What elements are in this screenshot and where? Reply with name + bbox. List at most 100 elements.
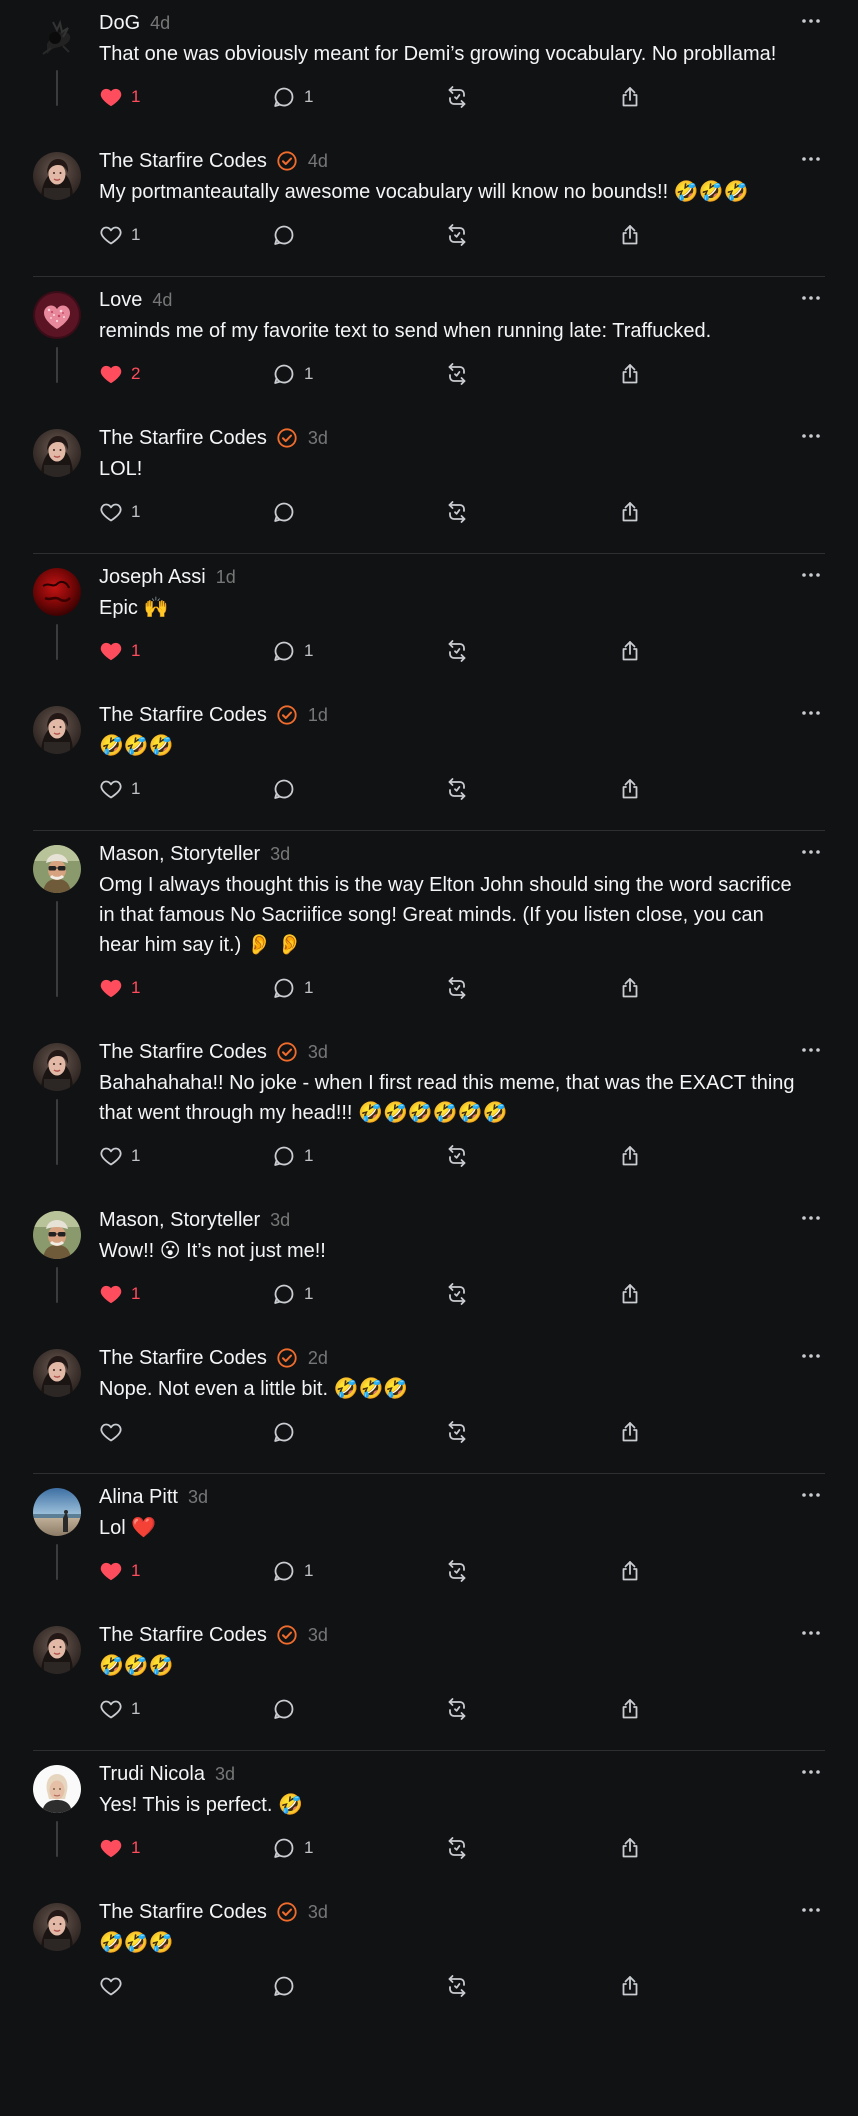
avatar-starfire[interactable] bbox=[33, 1626, 81, 1674]
share-button[interactable] bbox=[618, 1141, 658, 1171]
reply-button[interactable]: 1 bbox=[272, 1833, 445, 1863]
more-options-button[interactable] bbox=[797, 13, 825, 29]
reply-button[interactable]: 1 bbox=[272, 359, 445, 389]
share-button[interactable] bbox=[618, 636, 658, 666]
post-timestamp[interactable]: 4d bbox=[150, 13, 170, 34]
repost-button[interactable] bbox=[445, 1417, 618, 1447]
avatar-starfire[interactable] bbox=[33, 1043, 81, 1091]
post-timestamp[interactable]: 3d bbox=[215, 1764, 235, 1785]
avatar-starfire[interactable] bbox=[33, 429, 81, 477]
avatar-mason[interactable] bbox=[33, 845, 81, 893]
repost-button[interactable] bbox=[445, 774, 618, 804]
reply-button[interactable] bbox=[272, 1971, 445, 2001]
repost-button[interactable] bbox=[445, 1694, 618, 1724]
like-button[interactable]: 1 bbox=[99, 1833, 272, 1863]
reply-button[interactable]: 1 bbox=[272, 636, 445, 666]
repost-button[interactable] bbox=[445, 1279, 618, 1309]
like-button[interactable] bbox=[99, 1417, 272, 1447]
reply-button[interactable]: 1 bbox=[272, 1279, 445, 1309]
repost-button[interactable] bbox=[445, 1556, 618, 1586]
repost-button[interactable] bbox=[445, 82, 618, 112]
post-timestamp[interactable]: 3d bbox=[270, 844, 290, 865]
post-timestamp[interactable]: 4d bbox=[308, 151, 328, 172]
reply-button[interactable] bbox=[272, 220, 445, 250]
reply-button[interactable] bbox=[272, 1694, 445, 1724]
like-button[interactable]: 1 bbox=[99, 774, 272, 804]
like-button[interactable]: 1 bbox=[99, 1279, 272, 1309]
repost-button[interactable] bbox=[445, 220, 618, 250]
reply-button[interactable] bbox=[272, 1417, 445, 1447]
author-name[interactable]: The Starfire Codes bbox=[99, 427, 267, 450]
post-timestamp[interactable]: 3d bbox=[270, 1210, 290, 1231]
share-button[interactable] bbox=[618, 1556, 658, 1586]
more-options-button[interactable] bbox=[797, 151, 825, 167]
more-options-button[interactable] bbox=[797, 705, 825, 721]
more-options-button[interactable] bbox=[797, 1042, 825, 1058]
like-button[interactable]: 1 bbox=[99, 497, 272, 527]
repost-button[interactable] bbox=[445, 1141, 618, 1171]
author-name[interactable]: Joseph Assi bbox=[99, 566, 206, 589]
avatar-dog[interactable] bbox=[33, 14, 81, 62]
share-button[interactable] bbox=[618, 1279, 658, 1309]
post-timestamp[interactable]: 3d bbox=[188, 1487, 208, 1508]
post-timestamp[interactable]: 4d bbox=[152, 290, 172, 311]
avatar-joseph[interactable] bbox=[33, 568, 81, 616]
reply-button[interactable]: 1 bbox=[272, 973, 445, 1003]
share-button[interactable] bbox=[618, 497, 658, 527]
avatar-starfire[interactable] bbox=[33, 1903, 81, 1951]
like-button[interactable]: 1 bbox=[99, 220, 272, 250]
share-button[interactable] bbox=[618, 1694, 658, 1724]
author-name[interactable]: Mason, Storyteller bbox=[99, 1209, 260, 1232]
more-options-button[interactable] bbox=[797, 844, 825, 860]
like-button[interactable]: 1 bbox=[99, 82, 272, 112]
repost-button[interactable] bbox=[445, 497, 618, 527]
author-name[interactable]: The Starfire Codes bbox=[99, 1901, 267, 1924]
post-timestamp[interactable]: 3d bbox=[308, 1902, 328, 1923]
share-button[interactable] bbox=[618, 973, 658, 1003]
like-button[interactable]: 1 bbox=[99, 1556, 272, 1586]
reply-button[interactable]: 1 bbox=[272, 1141, 445, 1171]
like-button[interactable]: 1 bbox=[99, 973, 272, 1003]
repost-button[interactable] bbox=[445, 359, 618, 389]
author-name[interactable]: Mason, Storyteller bbox=[99, 843, 260, 866]
post-timestamp[interactable]: 1d bbox=[308, 705, 328, 726]
like-button[interactable]: 2 bbox=[99, 359, 272, 389]
repost-button[interactable] bbox=[445, 1971, 618, 2001]
reply-button[interactable] bbox=[272, 774, 445, 804]
repost-button[interactable] bbox=[445, 973, 618, 1003]
avatar-alina[interactable] bbox=[33, 1488, 81, 1536]
avatar-trudi[interactable] bbox=[33, 1765, 81, 1813]
share-button[interactable] bbox=[618, 1971, 658, 2001]
author-name[interactable]: The Starfire Codes bbox=[99, 1624, 267, 1647]
more-options-button[interactable] bbox=[797, 1348, 825, 1364]
share-button[interactable] bbox=[618, 82, 658, 112]
author-name[interactable]: Alina Pitt bbox=[99, 1486, 178, 1509]
post-timestamp[interactable]: 3d bbox=[308, 428, 328, 449]
like-button[interactable]: 1 bbox=[99, 1141, 272, 1171]
share-button[interactable] bbox=[618, 1833, 658, 1863]
avatar-starfire[interactable] bbox=[33, 152, 81, 200]
reply-button[interactable] bbox=[272, 497, 445, 527]
share-button[interactable] bbox=[618, 359, 658, 389]
avatar-love[interactable] bbox=[33, 291, 81, 339]
reply-button[interactable]: 1 bbox=[272, 1556, 445, 1586]
more-options-button[interactable] bbox=[797, 1902, 825, 1918]
like-button[interactable]: 1 bbox=[99, 636, 272, 666]
author-name[interactable]: The Starfire Codes bbox=[99, 1041, 267, 1064]
author-name[interactable]: The Starfire Codes bbox=[99, 150, 267, 173]
repost-button[interactable] bbox=[445, 1833, 618, 1863]
more-options-button[interactable] bbox=[797, 1625, 825, 1641]
author-name[interactable]: The Starfire Codes bbox=[99, 1347, 267, 1370]
more-options-button[interactable] bbox=[797, 1210, 825, 1226]
like-button[interactable] bbox=[99, 1971, 272, 2001]
post-timestamp[interactable]: 3d bbox=[308, 1042, 328, 1063]
author-name[interactable]: DoG bbox=[99, 12, 140, 35]
post-timestamp[interactable]: 2d bbox=[308, 1348, 328, 1369]
more-options-button[interactable] bbox=[797, 567, 825, 583]
author-name[interactable]: Love bbox=[99, 289, 142, 312]
more-options-button[interactable] bbox=[797, 290, 825, 306]
like-button[interactable]: 1 bbox=[99, 1694, 272, 1724]
more-options-button[interactable] bbox=[797, 1487, 825, 1503]
more-options-button[interactable] bbox=[797, 1764, 825, 1780]
reply-button[interactable]: 1 bbox=[272, 82, 445, 112]
